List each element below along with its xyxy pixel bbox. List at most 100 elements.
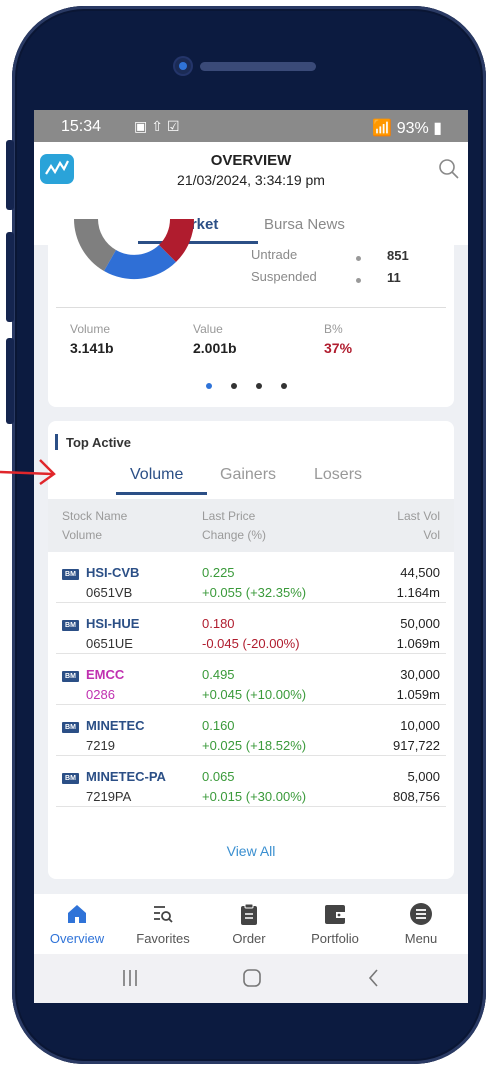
battery-level: 93% bbox=[396, 120, 429, 137]
nav-order[interactable]: Order bbox=[206, 894, 292, 954]
last-vol: 44,500 bbox=[400, 565, 440, 580]
header-last-vol: Last Vol bbox=[397, 509, 440, 523]
price-change: +0.015 (+30.00%) bbox=[202, 789, 307, 804]
last-price: 0.160 bbox=[202, 718, 235, 733]
section-title: Top Active bbox=[66, 435, 132, 450]
bm-badge: BM bbox=[62, 671, 79, 682]
header-volume: Volume bbox=[62, 528, 103, 542]
tab-losers[interactable]: Losers bbox=[314, 466, 362, 484]
table-row[interactable]: BM HSI-HUE 0651UE 0.180 -0.045 (-20.00%)… bbox=[48, 604, 454, 654]
page-datetime: 21/03/2024, 3:34:19 pm bbox=[177, 172, 325, 188]
stock-code: MINETEC bbox=[86, 718, 145, 733]
total-volume: 1.059m bbox=[396, 687, 440, 702]
nav-portfolio[interactable]: Portfolio bbox=[292, 894, 378, 954]
stock-code: MINETEC-PA bbox=[86, 769, 166, 784]
battery-icon: ▮ bbox=[433, 120, 442, 137]
carousel-dot[interactable] bbox=[231, 383, 237, 389]
tab-active-underline bbox=[116, 492, 207, 495]
last-price: 0.065 bbox=[202, 769, 235, 784]
stat-label-suspended: Suspended bbox=[251, 269, 317, 284]
b-percent-label: B% bbox=[324, 322, 343, 336]
value-value: 2.001b bbox=[193, 340, 237, 356]
app-screen: 15:34 ▣⇧☑ 📶 93% ▮ OVERVIEW 21/03/2024, 3… bbox=[34, 110, 468, 1003]
carousel-dot-active[interactable] bbox=[206, 383, 212, 389]
stock-number: 0651VB bbox=[86, 585, 133, 600]
carousel-dot[interactable] bbox=[256, 383, 262, 389]
page-title: OVERVIEW bbox=[210, 152, 292, 169]
stock-number: 0651UE bbox=[86, 636, 133, 651]
recent-apps-icon[interactable] bbox=[120, 968, 140, 988]
stock-code: HSI-HUE bbox=[86, 616, 140, 631]
status-bar: 15:34 ▣⇧☑ 📶 93% ▮ bbox=[34, 110, 468, 142]
last-price: 0.180 bbox=[202, 616, 235, 631]
bm-badge: BM bbox=[62, 569, 79, 580]
price-change: +0.025 (+18.52%) bbox=[202, 738, 307, 753]
signal-icon: 📶 bbox=[372, 120, 393, 137]
nav-label: Order bbox=[232, 931, 266, 946]
phone-side-button bbox=[6, 140, 14, 210]
phone-side-button bbox=[6, 232, 14, 322]
value-label: Value bbox=[193, 322, 223, 336]
total-volume: 808,756 bbox=[393, 789, 440, 804]
volume-value: 3.141b bbox=[70, 340, 114, 356]
stock-code: EMCC bbox=[86, 667, 125, 682]
market-overview-card: Untrade 851 Suspended 11 Volume 3.141b V… bbox=[48, 219, 454, 407]
row-divider bbox=[56, 755, 446, 756]
front-camera bbox=[175, 58, 191, 74]
status-time: 15:34 bbox=[61, 118, 102, 135]
stock-number: 7219PA bbox=[86, 789, 132, 804]
total-volume: 1.069m bbox=[396, 636, 440, 651]
row-divider bbox=[56, 704, 446, 705]
last-vol: 30,000 bbox=[400, 667, 440, 682]
table-row[interactable]: BM EMCC 0286 0.495 +0.045 (+10.00%) 30,0… bbox=[48, 655, 454, 705]
earpiece-speaker bbox=[200, 62, 316, 71]
nav-favorites[interactable]: Favorites bbox=[120, 894, 206, 954]
table-header: Stock Name Volume Last Price Change (%) … bbox=[48, 499, 454, 552]
table-row[interactable]: BM MINETEC-PA 7219PA 0.065 +0.015 (+30.0… bbox=[48, 757, 454, 807]
stock-number: 7219 bbox=[86, 738, 115, 753]
header-vol: Vol bbox=[423, 528, 440, 542]
home-button-icon[interactable] bbox=[242, 968, 262, 988]
table-row[interactable]: BM HSI-CVB 0651VB 0.225 +0.055 (+32.35%)… bbox=[48, 553, 454, 603]
clipboard-icon bbox=[241, 903, 257, 925]
bm-badge: BM bbox=[62, 620, 79, 631]
top-active-card: Top Active Volume Gainers Losers Stock N… bbox=[48, 421, 454, 879]
volume-label: Volume bbox=[70, 322, 111, 336]
nav-label: Menu bbox=[404, 931, 438, 946]
stat-dot bbox=[356, 278, 361, 283]
carousel-dot[interactable] bbox=[281, 383, 287, 389]
bm-badge: BM bbox=[62, 722, 79, 733]
row-divider bbox=[56, 806, 446, 807]
stat-value-untrade: 851 bbox=[387, 248, 409, 263]
phone-side-button bbox=[6, 338, 14, 424]
row-divider bbox=[56, 602, 446, 603]
stock-code: HSI-CVB bbox=[86, 565, 140, 580]
last-vol: 5,000 bbox=[407, 769, 440, 784]
notification-icons: ▣⇧☑ bbox=[134, 118, 184, 134]
last-vol: 50,000 bbox=[400, 616, 440, 631]
tab-volume[interactable]: Volume bbox=[130, 466, 183, 484]
back-icon[interactable] bbox=[364, 968, 384, 988]
list-search-icon bbox=[154, 906, 173, 923]
stock-number: 0286 bbox=[86, 687, 115, 702]
tab-bursa-news[interactable]: Bursa News bbox=[264, 216, 345, 233]
status-right: 📶 93% ▮ bbox=[372, 118, 442, 138]
total-volume: 917,722 bbox=[393, 738, 440, 753]
price-change: +0.045 (+10.00%) bbox=[202, 687, 307, 702]
nav-menu[interactable]: Menu bbox=[378, 894, 464, 954]
row-divider bbox=[56, 653, 446, 654]
nav-overview[interactable]: Overview bbox=[34, 894, 120, 954]
view-all-link[interactable]: View All bbox=[48, 843, 454, 859]
nav-label: Portfolio bbox=[311, 931, 359, 946]
last-price: 0.495 bbox=[202, 667, 235, 682]
stat-dot bbox=[356, 256, 361, 261]
last-price: 0.225 bbox=[202, 565, 235, 580]
tab-gainers[interactable]: Gainers bbox=[220, 466, 276, 484]
last-vol: 10,000 bbox=[400, 718, 440, 733]
bottom-navigation: Overview Favorites Order Portfolio Menu bbox=[34, 894, 468, 954]
home-icon bbox=[68, 905, 86, 923]
nav-label: Overview bbox=[49, 931, 105, 946]
table-row[interactable]: BM MINETEC 7219 0.160 +0.025 (+18.52%) 1… bbox=[48, 706, 454, 756]
search-icon[interactable] bbox=[438, 158, 460, 180]
header-stock-name: Stock Name bbox=[62, 509, 128, 523]
